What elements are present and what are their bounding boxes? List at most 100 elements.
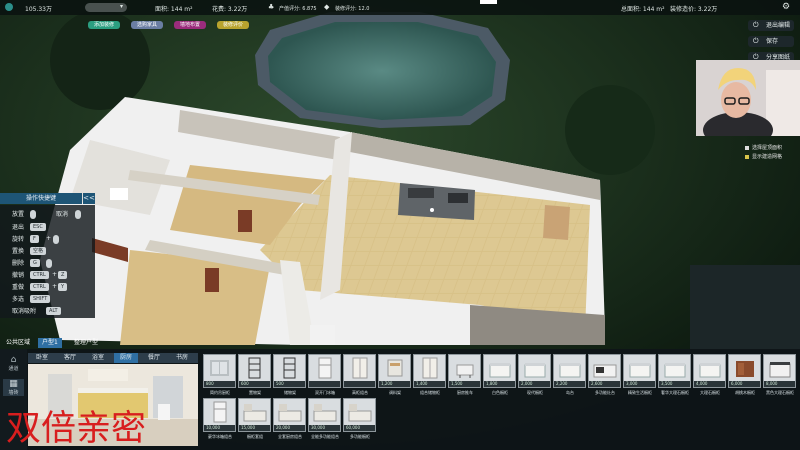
furniture-card[interactable] (343, 354, 376, 388)
mouse-wheel-icon (53, 235, 59, 244)
furniture-cabinet-image (207, 357, 232, 379)
furniture-name: 高柜组合 (352, 390, 368, 395)
furniture-price (344, 381, 375, 387)
floor-tabs: 公共区域 户型1 整理户型 (0, 338, 200, 348)
subtab-kitchen[interactable]: 厨房 (114, 353, 138, 363)
furniture-price: 8,000 (764, 381, 795, 387)
pool-water (268, 22, 496, 120)
shortcut-place: 放置 (12, 211, 25, 218)
shortcut-multiselect: 多选 (12, 296, 25, 303)
furniture-shelf-image (242, 357, 267, 379)
tab-unit-1[interactable]: 户型1 (38, 338, 62, 348)
furniture-tall-image (417, 357, 442, 379)
save-button[interactable]: ⏻ 保存 (748, 36, 794, 47)
furniture-price: 6,000 (729, 381, 760, 387)
furniture-card[interactable]: 800 (203, 354, 236, 388)
furniture-price: 30,000 (309, 425, 340, 431)
plus-sign: + (46, 235, 52, 242)
exit-edit-button[interactable]: ⏻ 退出编辑 (748, 20, 794, 31)
top-white-marker (480, 0, 497, 4)
subtab-living[interactable]: 客厅 (58, 353, 82, 363)
furniture-card[interactable]: 8,000 (763, 354, 796, 388)
chip-wall-floor[interactable]: 墙地布置 (174, 21, 206, 29)
chevron-down-icon: ▾ (119, 3, 123, 10)
furniture-box-image (697, 357, 722, 379)
gear-icon[interactable]: ⚙ (782, 2, 790, 12)
furniture-card[interactable]: 500 (273, 354, 306, 388)
furniture-card[interactable]: 20,000 (273, 398, 306, 432)
furniture-card[interactable]: 2,200 (553, 354, 586, 388)
furniture-name: 置物架 (249, 390, 261, 395)
checkbox-icon (745, 154, 749, 159)
toggle-build-grid[interactable]: 显示建造网格 (745, 153, 782, 160)
tab-organize-unit[interactable]: 整理户型 (70, 338, 102, 348)
shortcut-delete: 删除 (12, 260, 25, 267)
furniture-card[interactable]: 1,400 (413, 354, 446, 388)
furniture-name: 组合储物柜 (420, 390, 440, 395)
furniture-name: 豪华冰箱组合 (208, 434, 232, 439)
toggle-roof-area[interactable]: 选择屋顶面积 (745, 144, 782, 151)
furniture-card[interactable]: 1,500 (448, 354, 481, 388)
key-ctrl: CTRL (30, 283, 49, 291)
cost-label: 花费: 3.22万 (212, 6, 248, 13)
furniture-price: 2,200 (554, 381, 585, 387)
key-f: F (30, 235, 39, 243)
shortcut-panel-title: 操作快捷键 (0, 193, 82, 204)
view-dropdown[interactable]: ▾ (85, 3, 127, 12)
furniture-price: 800 (204, 381, 235, 387)
furniture-card[interactable]: 1,800 (483, 354, 516, 388)
furniture-catalog: 800 简约吊厨柜 600 置物架 500 储物架 双开门冰箱 高柜组合 1,200 调料架 1,4… (200, 354, 800, 450)
furniture-name: 精致生活橱柜 (628, 390, 652, 395)
key-g: G (30, 259, 40, 267)
chip-decor-review[interactable]: 装修评价 (217, 21, 249, 29)
furniture-card[interactable]: 4,000 (693, 354, 726, 388)
furniture-card[interactable]: 2,600 (588, 354, 621, 388)
subtab-bath[interactable]: 浴室 (86, 353, 110, 363)
key-ctrl: CTRL (30, 271, 49, 279)
furniture-card[interactable]: 1,200 (378, 354, 411, 388)
furniture-card[interactable]: 15,000 (238, 398, 271, 432)
room-subtabs: 卧室 客厅 浴室 厨房 餐厅 书房 (28, 353, 198, 363)
sidebar-item-passage[interactable]: ⌂ 通道 (3, 355, 24, 372)
subtab-study[interactable]: 书房 (170, 353, 194, 363)
furniture-price: 10,000 (204, 425, 235, 431)
subtab-dining[interactable]: 餐厅 (142, 353, 166, 363)
tab-public-area[interactable]: 公共区域 (2, 338, 34, 348)
shortcut-replace: 置换 (12, 248, 25, 255)
furniture-card[interactable]: 10,000 (203, 398, 236, 432)
furniture-card[interactable] (308, 354, 341, 388)
coin-icon (5, 3, 13, 11)
subtab-bedroom[interactable]: 卧室 (30, 353, 54, 363)
furniture-box-image (487, 357, 512, 379)
key-space: 空格 (30, 247, 47, 255)
top-status-bar: 105.33万 ▾ 面积: 144 m² 花费: 3.22万 ♣ 产值评分: 6… (0, 0, 800, 15)
furniture-card[interactable]: 600 (238, 354, 271, 388)
furniture-card[interactable]: 30,000 (308, 398, 341, 432)
furniture-price: 600 (239, 381, 270, 387)
furniture-name: 大理石橱柜 (700, 390, 720, 395)
chip-buy-furniture[interactable]: 选购家具 (131, 21, 163, 29)
furniture-card[interactable]: 2,000 (518, 354, 551, 388)
chip-add-decor[interactable]: 添加装修 (88, 21, 120, 29)
collapse-shortcuts-button[interactable]: << (83, 193, 95, 204)
furniture-name: 简约吊厨柜 (210, 390, 230, 395)
furniture-name: 白色橱柜 (492, 390, 508, 395)
total-area-label: 总面积: 144 m² (621, 6, 665, 13)
furniture-price: 3,500 (659, 381, 690, 387)
output-score-label: 产值评分: 6.875 (279, 6, 317, 12)
furniture-card[interactable]: 3,500 (658, 354, 691, 388)
furniture-card[interactable]: 60,000 (343, 398, 376, 432)
deco-cost-label: 装修造价: 3.22万 (670, 6, 718, 13)
shortcut-panel: 放置 取消 退出 ESC 旋转 F + 置换 空格 删除 G 撤销 CTRL +… (0, 205, 95, 318)
furniture-card[interactable]: 3,000 (623, 354, 656, 388)
key-shift: SHIFT (30, 295, 51, 303)
furniture-fridge-image (312, 357, 337, 379)
furniture-card[interactable]: 6,000 (728, 354, 761, 388)
furniture-price (309, 381, 340, 387)
decor-score-label: 装修评分: 12.0 (335, 6, 370, 12)
webcam-overlay (696, 60, 800, 136)
furniture-set-image (312, 401, 337, 423)
furniture-name: 奢华大理石橱柜 (661, 390, 689, 395)
sidebar-item-wall[interactable]: ▦ 墙砖 (3, 379, 24, 396)
furniture-price: 15,000 (239, 425, 270, 431)
